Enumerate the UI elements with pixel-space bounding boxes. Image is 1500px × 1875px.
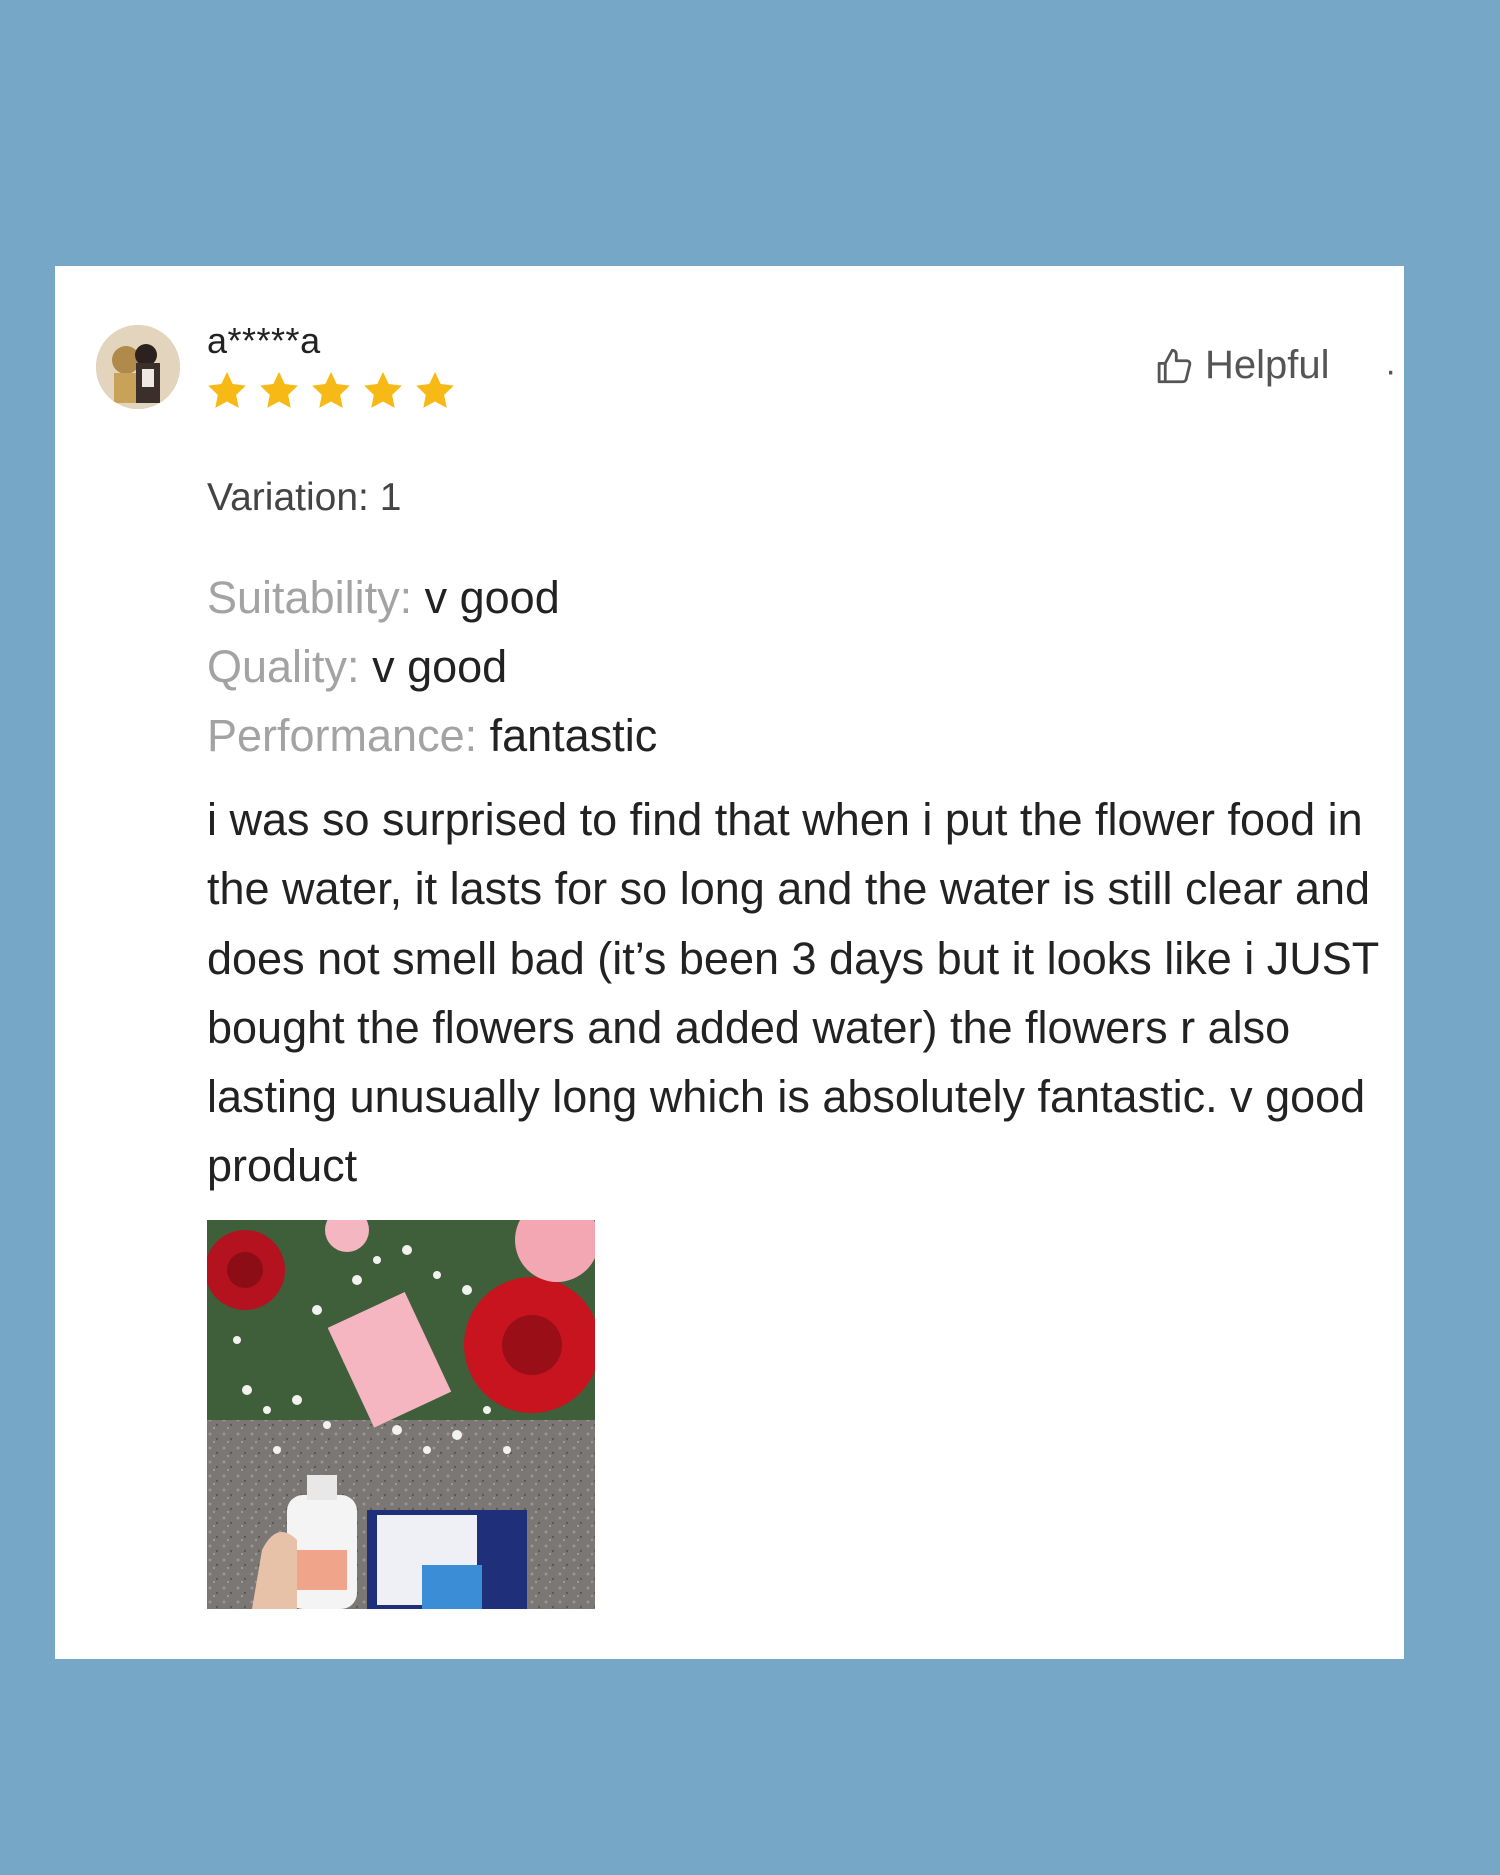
review-card: a*****a Helpful · Variation: 1 Suitabili…: [55, 266, 1404, 1659]
attribute-value: v good: [372, 641, 508, 692]
star-icon: [364, 371, 402, 408]
star-icon: [416, 371, 454, 408]
attribute-suitability: Suitability: v good: [207, 563, 657, 632]
attribute-label: Suitability:: [207, 572, 425, 623]
helpful-button[interactable]: Helpful: [1153, 343, 1330, 388]
review-body: i was so surprised to find that when i p…: [207, 794, 1379, 1192]
thumbs-up-icon: [1157, 348, 1192, 383]
more-options-button[interactable]: ·: [1385, 354, 1396, 388]
star-rating: [205, 369, 457, 413]
helpful-label: Helpful: [1205, 343, 1330, 387]
star-icon: [312, 371, 350, 408]
attribute-performance: Performance: fantastic: [207, 701, 657, 770]
variation-label: Variation: 1: [207, 476, 402, 519]
review-photo-image: [207, 1220, 595, 1609]
attribute-quality: Quality: v good: [207, 632, 657, 701]
review-photo[interactable]: [207, 1220, 595, 1609]
star-icon: [208, 371, 246, 408]
attribute-label: Performance:: [207, 710, 490, 761]
attribute-value: v good: [424, 572, 560, 623]
reviewer-name: a*****a: [207, 320, 321, 361]
attribute-label: Quality:: [207, 641, 373, 692]
user-avatar-icon: [96, 325, 180, 409]
attribute-value: fantastic: [489, 710, 658, 761]
review-attributes: Suitability: v good Quality: v good Perf…: [207, 563, 657, 770]
user-avatar[interactable]: [96, 325, 180, 409]
star-icon: [260, 371, 298, 408]
